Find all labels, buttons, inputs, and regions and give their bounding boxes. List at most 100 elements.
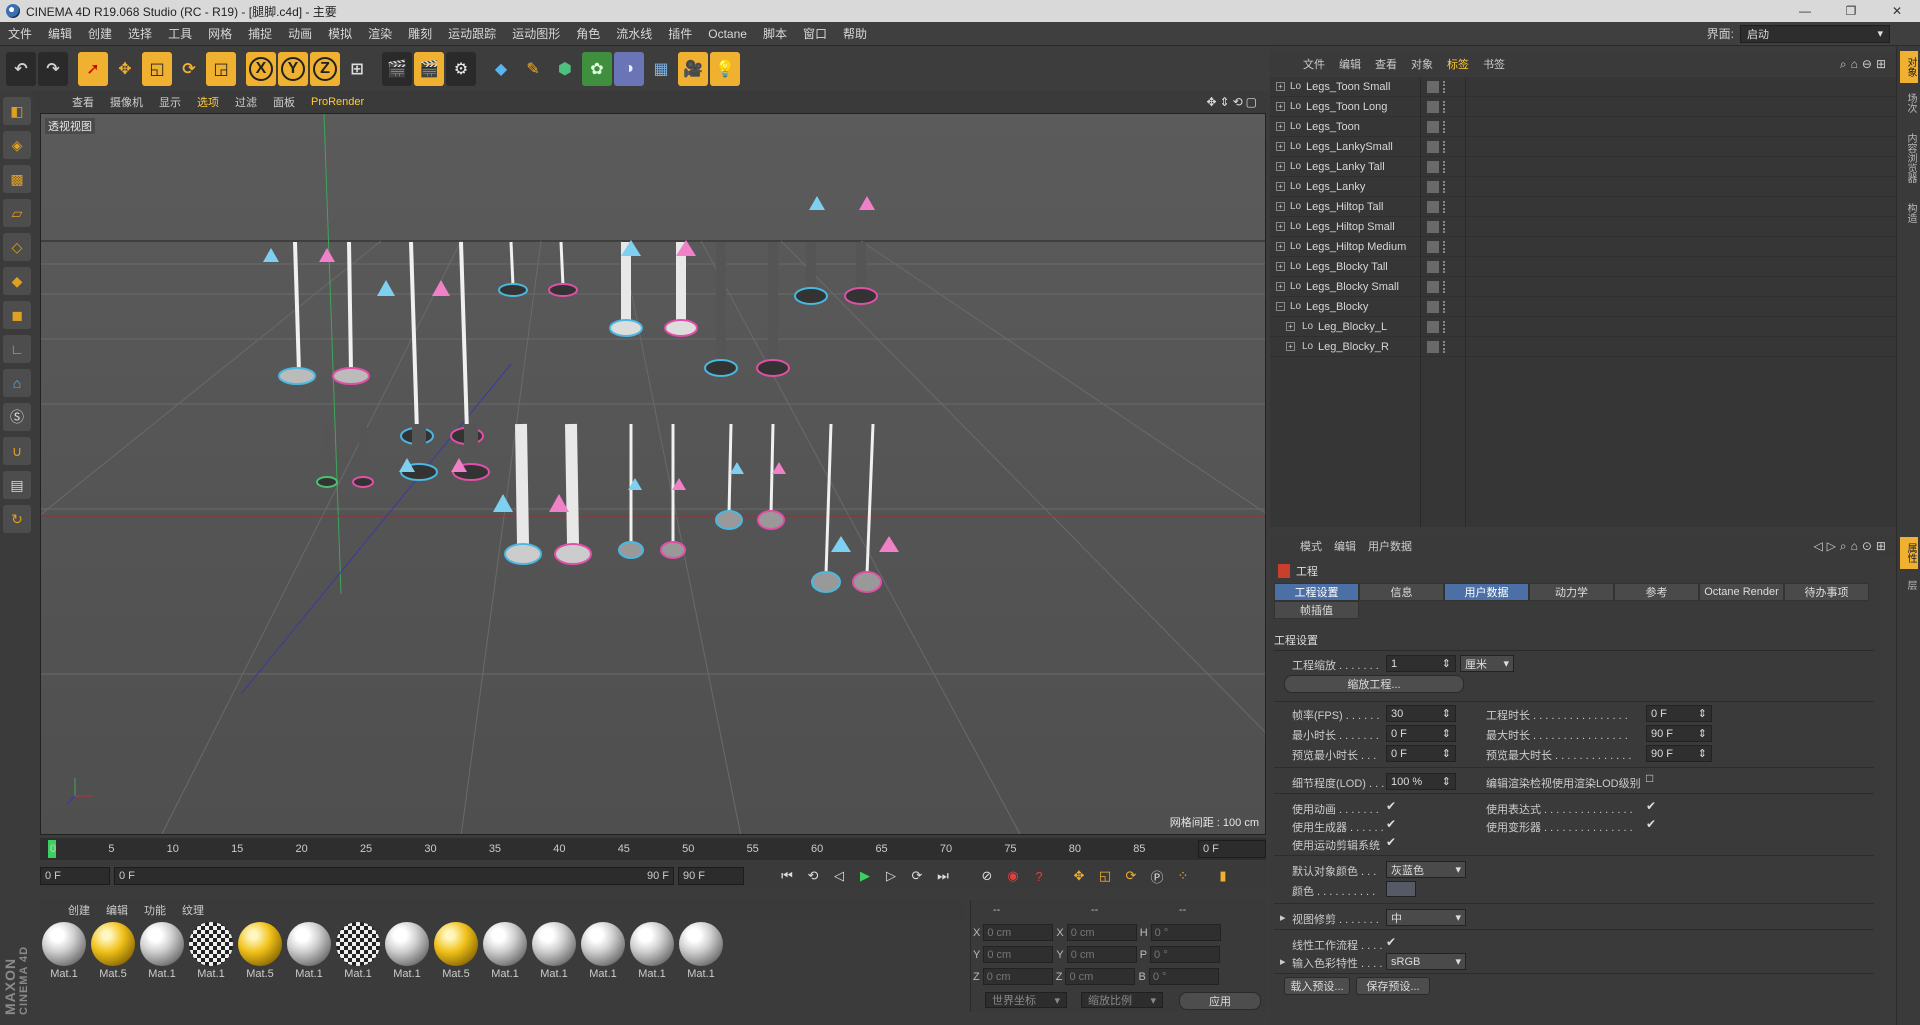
menu-script[interactable]: 脚本 [755, 25, 795, 42]
z-axis-button[interactable]: Z [310, 52, 340, 86]
viewport-navigation-icons[interactable]: ✥⇕⟲▢ [1206, 95, 1266, 109]
timeline-ruler[interactable]: 0 5 10 15 20 25 30 35 40 45 50 55 60 65 … [40, 838, 1266, 860]
use-generators-checkbox[interactable]: ✔ [1386, 817, 1396, 831]
vtab-takes[interactable]: 场次 [1900, 87, 1918, 119]
visibility-dots-icon[interactable] [1443, 80, 1447, 93]
expand-arrow-icon[interactable]: ▸ [1280, 955, 1286, 968]
material-swatch[interactable]: Mat.5 [236, 922, 284, 988]
recent-tool-button[interactable]: ◲ [206, 52, 236, 86]
key-parameter-button[interactable]: Ⓟ [1146, 865, 1168, 887]
object-row[interactable]: −Legs_Blocky [1270, 296, 1896, 317]
menu-mesh[interactable]: 网格 [200, 25, 240, 42]
vtab-attributes[interactable]: 属性 [1900, 537, 1918, 569]
object-row[interactable]: +Legs_Blocky Tall [1270, 256, 1896, 277]
light-button[interactable]: 💡 [710, 52, 740, 86]
close-button[interactable]: ✕ [1874, 0, 1920, 22]
live-selection-button[interactable]: ➚ [78, 52, 108, 86]
preview-max-input[interactable]: 90 F ⇕ [1646, 745, 1712, 762]
use-deformers-checkbox[interactable]: ✔ [1646, 817, 1656, 831]
floor-button[interactable]: ▦ [646, 52, 676, 86]
om-menu-file[interactable]: 文件 [1296, 56, 1332, 72]
save-preset-button[interactable]: 保存预设... [1356, 977, 1430, 995]
fps-input[interactable]: 30 ⇕ [1386, 705, 1456, 722]
vtab-objects[interactable]: 对象 [1900, 51, 1918, 83]
texture-mode-button[interactable]: ▩ [3, 165, 31, 193]
min-time-input[interactable]: 0 F ⇕ [1386, 725, 1456, 742]
viewport-menu-prorender[interactable]: ProRender [303, 96, 372, 108]
workplane-button[interactable]: ▱ [3, 199, 31, 227]
visibility-dots-icon[interactable] [1443, 100, 1447, 113]
model-mode-button[interactable]: ◈ [3, 131, 31, 159]
scale-project-button[interactable]: 缩放工程... [1284, 675, 1464, 693]
pen-button[interactable]: ✎ [518, 52, 548, 86]
default-color-select[interactable]: 灰蓝色 ▾ [1386, 861, 1466, 878]
cube-button[interactable]: ◆ [486, 52, 516, 86]
edges-mode-button[interactable]: ◆ [3, 267, 31, 295]
object-row[interactable]: +Legs_Hiltop Tall [1270, 196, 1896, 217]
menu-create[interactable]: 创建 [80, 25, 120, 42]
render-view-button[interactable]: 🎬 [382, 52, 412, 86]
menu-help[interactable]: 帮助 [835, 25, 875, 42]
vtab-content-browser[interactable]: 内容浏览器 [1900, 123, 1918, 193]
axis-mode-button[interactable]: ∟ [3, 335, 31, 363]
position-y-input[interactable]: 0 cm [983, 946, 1054, 963]
minimize-button[interactable]: — [1782, 0, 1828, 22]
tab-todo[interactable]: 待办事项 [1784, 583, 1869, 601]
menu-mograph[interactable]: 运动图形 [504, 25, 568, 42]
rotation-p-input[interactable]: 0 ° [1150, 946, 1221, 963]
menu-edit[interactable]: 编辑 [40, 25, 80, 42]
snap-button[interactable]: ∪ [3, 437, 31, 465]
apply-button[interactable]: 应用 [1179, 992, 1261, 1010]
end-frame-field[interactable]: 90 F [678, 867, 744, 885]
project-time-input[interactable]: 0 F ⇕ [1646, 705, 1712, 722]
viewport-menu-view[interactable]: 查看 [64, 94, 102, 110]
object-row[interactable]: +Legs_Toon Long [1270, 96, 1896, 117]
layout-select[interactable]: 启动 ▾ [1740, 24, 1890, 43]
size-z-input[interactable]: 0 cm [1065, 968, 1136, 985]
object-row[interactable]: +Legs_Toon Small [1270, 76, 1896, 97]
menu-file[interactable]: 文件 [0, 25, 40, 42]
subdivision-button[interactable]: ⬢ [550, 52, 580, 86]
viewport-menu-options[interactable]: 选项 [189, 94, 227, 110]
material-swatch[interactable]: Mat.5 [89, 922, 137, 988]
object-row[interactable]: +Legs_Blocky Small [1270, 276, 1896, 297]
preview-min-input[interactable]: 0 F ⇕ [1386, 745, 1456, 762]
x-axis-button[interactable]: X [246, 52, 276, 86]
menu-select[interactable]: 选择 [120, 25, 160, 42]
visibility-dots-icon[interactable] [1443, 340, 1447, 353]
key-point-level-button[interactable]: ⁘ [1172, 865, 1194, 887]
points-mode-button[interactable]: ◇ [3, 233, 31, 261]
menu-octane[interactable]: Octane [700, 27, 755, 41]
rotate-button[interactable]: ⟳ [174, 52, 204, 86]
render-settings-button[interactable]: ⚙ [446, 52, 476, 86]
material-swatch[interactable]: Mat.1 [285, 922, 333, 988]
tab-frame-interpolation[interactable]: 帧插值 [1274, 601, 1359, 619]
om-menu-view[interactable]: 查看 [1368, 56, 1404, 72]
object-row[interactable]: +Legs_Toon [1270, 116, 1896, 137]
restore-button[interactable]: ❐ [1828, 0, 1874, 22]
material-menu-texture[interactable]: 纹理 [174, 902, 212, 918]
menu-animate[interactable]: 动画 [280, 25, 320, 42]
menu-simulate[interactable]: 模拟 [320, 25, 360, 42]
visibility-dots-icon[interactable] [1443, 320, 1447, 333]
object-row[interactable]: +Legs_Lanky [1270, 176, 1896, 197]
material-swatch[interactable]: Mat.1 [383, 922, 431, 988]
scale-mode-select[interactable]: 缩放比例 ▾ [1081, 992, 1163, 1008]
material-swatch[interactable]: Mat.1 [138, 922, 186, 988]
vtab-structure[interactable]: 构造 [1900, 197, 1918, 229]
material-swatch[interactable]: Mat.1 [481, 922, 529, 988]
material-swatch[interactable]: Mat.1 [334, 922, 382, 988]
material-swatch[interactable]: Mat.1 [677, 922, 725, 988]
visibility-dots-icon[interactable] [1443, 160, 1447, 173]
keyframe-selection-button[interactable]: ? [1028, 865, 1050, 887]
input-color-profile-select[interactable]: sRGB ▾ [1386, 953, 1466, 970]
position-z-input[interactable]: 0 cm [982, 968, 1053, 985]
viewport-menu-cameras[interactable]: 摄像机 [102, 94, 151, 110]
project-unit-select[interactable]: 厘米 ▾ [1460, 655, 1514, 672]
attr-toolbar-icons[interactable]: ◁▷⌕⌂⊙⊞ [1813, 539, 1896, 554]
visibility-dots-icon[interactable] [1443, 120, 1447, 133]
material-swatch[interactable]: Mat.1 [628, 922, 676, 988]
menu-window[interactable]: 窗口 [795, 25, 835, 42]
size-y-input[interactable]: 0 cm [1066, 946, 1137, 963]
move-button[interactable]: ✥ [110, 52, 140, 86]
